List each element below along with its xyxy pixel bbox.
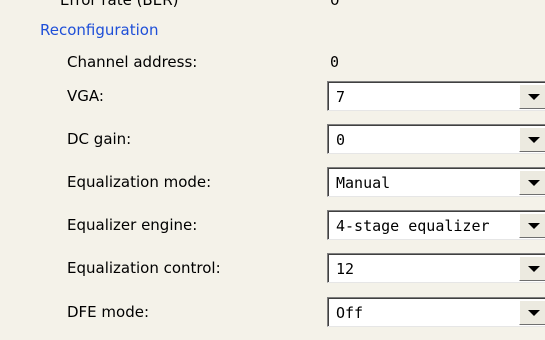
- chevron-down-icon: [528, 223, 540, 229]
- equalization-mode-row: Equalization mode: Manual: [0, 165, 545, 199]
- equalization-control-dropdown-button[interactable]: [519, 256, 545, 281]
- channel-address-label: Channel address:: [67, 53, 198, 71]
- chevron-down-icon: [528, 180, 540, 186]
- dc-gain-dropdown[interactable]: 0: [327, 124, 545, 154]
- dfe-mode-selected-value: Off: [336, 304, 364, 322]
- equalizer-engine-dropdown-button[interactable]: [519, 213, 545, 238]
- channel-address-row: Channel address: 0: [0, 45, 545, 79]
- channel-address-value: 0: [330, 53, 340, 71]
- equalizer-engine-label: Equalizer engine:: [67, 216, 198, 234]
- previous-row-partial: Error rate (BER) 0: [60, 0, 340, 9]
- reconfiguration-panel: Error rate (BER) 0 Reconfiguration Chann…: [0, 0, 545, 340]
- equalization-control-label: Equalization control:: [67, 259, 221, 277]
- equalizer-engine-selected-value: 4-stage equalizer: [336, 217, 490, 235]
- dc-gain-selected-value: 0: [336, 131, 346, 149]
- vga-dropdown-button[interactable]: [519, 84, 545, 109]
- previous-row-value: 0: [330, 0, 340, 9]
- dc-gain-label: DC gain:: [67, 130, 132, 148]
- dc-gain-dropdown-button[interactable]: [519, 127, 545, 152]
- equalization-control-selected-value: 12: [336, 260, 355, 278]
- equalization-control-row: Equalization control: 12: [0, 251, 545, 285]
- dc-gain-row: DC gain: 0: [0, 122, 545, 156]
- chevron-down-icon: [528, 137, 540, 143]
- equalization-mode-dropdown[interactable]: Manual: [327, 167, 545, 197]
- equalization-mode-label: Equalization mode:: [67, 173, 212, 191]
- dfe-mode-label: DFE mode:: [67, 303, 150, 321]
- vga-label: VGA:: [67, 87, 104, 105]
- section-title: Reconfiguration: [40, 21, 159, 39]
- equalization-control-dropdown[interactable]: 12: [327, 253, 545, 283]
- dfe-mode-dropdown-button[interactable]: [519, 300, 545, 325]
- vga-row: VGA: 7: [0, 79, 545, 113]
- vga-dropdown[interactable]: 7: [327, 81, 545, 111]
- equalization-mode-dropdown-button[interactable]: [519, 170, 545, 195]
- equalizer-engine-row: Equalizer engine: 4-stage equalizer: [0, 208, 545, 242]
- equalizer-engine-dropdown[interactable]: 4-stage equalizer: [327, 210, 545, 240]
- previous-row-label: Error rate (BER): [60, 0, 179, 9]
- dfe-mode-row: DFE mode: Off: [0, 295, 545, 329]
- chevron-down-icon: [528, 310, 540, 316]
- vga-selected-value: 7: [336, 88, 346, 106]
- dfe-mode-dropdown[interactable]: Off: [327, 297, 545, 327]
- equalization-mode-selected-value: Manual: [336, 174, 391, 192]
- chevron-down-icon: [528, 94, 540, 100]
- chevron-down-icon: [528, 266, 540, 272]
